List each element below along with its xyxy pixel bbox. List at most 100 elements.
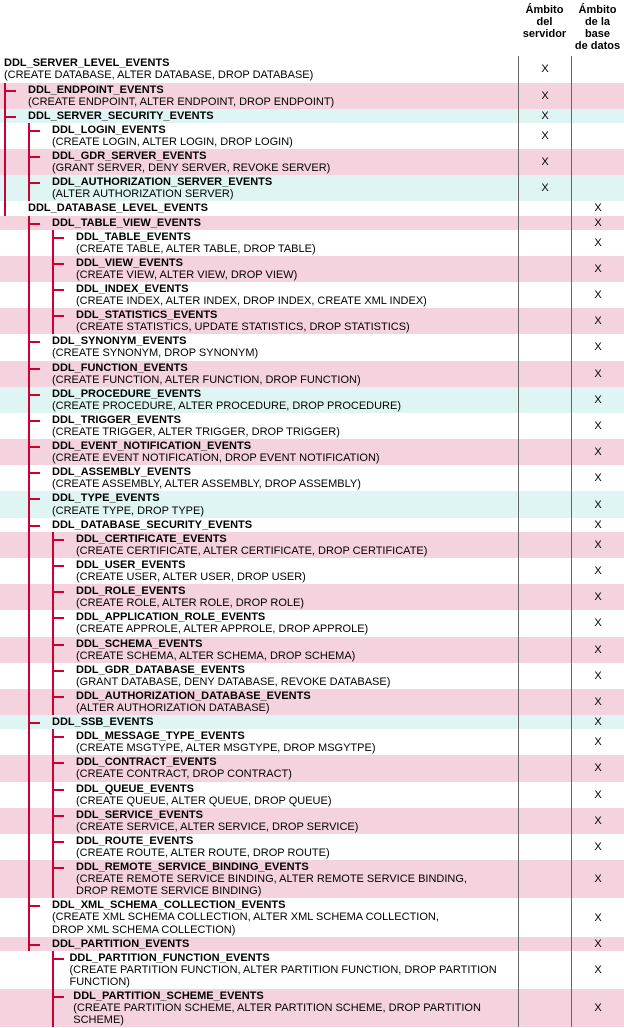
tree-row: DDL_TYPE_EVENTS(CREATE TYPE, DROP TYPE)X	[0, 491, 624, 517]
tree-row: DDL_SYNONYM_EVENTS(CREATE SYNONYM, DROP …	[0, 334, 624, 360]
db-scope-cell: X	[571, 755, 624, 781]
db-scope-cell	[571, 83, 624, 109]
tree-connector-vertical	[28, 860, 30, 898]
event-group-title: DDL_GDR_SERVER_EVENTS	[52, 150, 330, 162]
server-scope-cell	[518, 782, 571, 808]
event-group-title: DDL_MESSAGE_TYPE_EVENTS	[76, 730, 376, 742]
db-scope-cell: X	[571, 715, 624, 729]
tree-connector-vertical	[28, 755, 30, 781]
tree-connector-corner	[52, 611, 64, 637]
tree-connector-vertical	[28, 584, 30, 610]
event-group-title: DDL_SERVER_SECURITY_EVENTS	[28, 110, 214, 122]
event-group-title: DDL_PROCEDURE_EVENTS	[52, 388, 401, 400]
tree-cell: DDL_SERVER_SECURITY_EVENTS	[0, 109, 518, 123]
event-group-title: DDL_SCHEMA_EVENTS	[76, 638, 355, 650]
db-scope-cell: X	[571, 663, 624, 689]
server-scope-cell	[518, 361, 571, 387]
tree-row: DDL_SERVER_LEVEL_EVENTS(CREATE DATABASE,…	[0, 56, 624, 82]
event-group-title: DDL_DATABASE_LEVEL_EVENTS	[28, 202, 208, 214]
server-scope-cell	[518, 584, 571, 610]
tree-connector-corner	[52, 585, 64, 611]
tree-connector-corner	[4, 110, 16, 124]
event-group-title: DDL_EVENT_NOTIFICATION_EVENTS	[52, 440, 380, 452]
tree-row: DDL_REMOTE_SERVICE_BINDING_EVENTS(CREATE…	[0, 860, 624, 898]
tree-cell: DDL_SERVICE_EVENTS(CREATE SERVICE, ALTER…	[0, 808, 518, 834]
event-group-detail: (CREATE SYNONYM, DROP SYNONYM)	[52, 347, 258, 359]
server-scope-cell	[518, 989, 571, 1027]
event-group-title: DDL_AUTHORIZATION_SERVER_EVENTS	[52, 176, 272, 188]
server-scope-cell	[518, 610, 571, 636]
event-group-detail: (CREATE QUEUE, ALTER QUEUE, DROP QUEUE)	[76, 795, 332, 807]
event-group-detail: (CREATE CERTIFICATE, ALTER CERTIFICATE, …	[76, 545, 427, 557]
event-group-detail: (CREATE LOGIN, ALTER LOGIN, DROP LOGIN)	[52, 136, 293, 148]
tree-connector-vertical	[4, 149, 6, 175]
server-scope-cell	[518, 230, 571, 256]
server-scope-cell	[518, 689, 571, 715]
tree-row: DDL_QUEUE_EVENTS(CREATE QUEUE, ALTER QUE…	[0, 782, 624, 808]
db-scope-cell: X	[571, 610, 624, 636]
tree-cell: DDL_TABLE_VIEW_EVENTS	[0, 216, 518, 230]
db-scope-cell: X	[571, 689, 624, 715]
server-scope-cell	[518, 663, 571, 689]
tree-row: DDL_PARTITION_FUNCTION_EVENTS(CREATE PAR…	[0, 951, 624, 989]
tree-row: DDL_CERTIFICATE_EVENTS(CREATE CERTIFICAT…	[0, 532, 624, 558]
tree-connector-corner	[52, 638, 64, 664]
db-scope-cell: X	[571, 413, 624, 439]
tree-cell: DDL_XML_SCHEMA_COLLECTION_EVENTS(CREATE …	[0, 898, 518, 936]
tree-row: DDL_SCHEMA_EVENTS(CREATE SCHEMA, ALTER S…	[0, 637, 624, 663]
server-scope-cell: X	[518, 175, 571, 201]
db-scope-cell: X	[571, 230, 624, 256]
tree-connector-corner	[28, 362, 40, 388]
tree-connector-corner	[52, 231, 64, 257]
db-scope-cell: X	[571, 937, 624, 951]
event-group-title: DDL_SERVER_LEVEL_EVENTS	[4, 57, 313, 69]
tree-row: DDL_STATISTICS_EVENTS(CREATE STATISTICS,…	[0, 308, 624, 334]
event-group-detail: (CREATE TYPE, DROP TYPE)	[52, 505, 204, 517]
event-group-detail: (CREATE APPROLE, ALTER APPROLE, DROP APP…	[76, 623, 368, 635]
event-group-detail: (CREATE SERVICE, ALTER SERVICE, DROP SER…	[76, 821, 358, 833]
tree-connector-vertical	[28, 532, 30, 558]
tree-connector-corner	[52, 730, 64, 756]
tree-connector-corner	[52, 756, 64, 782]
event-group-title: DDL_ENDPOINT_EVENTS	[28, 84, 334, 96]
server-scope-cell: X	[518, 123, 571, 149]
server-scope-cell	[518, 834, 571, 860]
event-group-detail: (CREATE ENDPOINT, ALTER ENDPOINT, DROP E…	[28, 96, 334, 108]
tree-connector-corner	[52, 257, 64, 283]
event-group-detail: (CREATE USER, ALTER USER, DROP USER)	[76, 571, 306, 583]
event-group-detail: (CREATE SCHEMA, ALTER SCHEMA, DROP SCHEM…	[76, 650, 355, 662]
tree-cell: DDL_PARTITION_FUNCTION_EVENTS(CREATE PAR…	[0, 951, 518, 989]
event-group-title: DDL_TRIGGER_EVENTS	[52, 414, 340, 426]
tree-cell: DDL_STATISTICS_EVENTS(CREATE STATISTICS,…	[0, 308, 518, 334]
tree-connector-vertical	[28, 689, 30, 715]
tree-cell: DDL_PARTITION_SCHEME_EVENTS(CREATE PARTI…	[0, 989, 518, 1027]
tree-row: DDL_ROLE_EVENTS(CREATE ROLE, ALTER ROLE,…	[0, 584, 624, 610]
tree-cell: DDL_FUNCTION_EVENTS(CREATE FUNCTION, ALT…	[0, 361, 518, 387]
tree-row: DDL_TABLE_VIEW_EVENTSX	[0, 216, 624, 230]
tree-cell: DDL_ROLE_EVENTS(CREATE ROLE, ALTER ROLE,…	[0, 584, 518, 610]
db-scope-cell: X	[571, 729, 624, 755]
tree-connector-corner	[52, 835, 64, 861]
event-group-title: DDL_PARTITION_FUNCTION_EVENTS	[69, 952, 518, 964]
event-group-detail: (CREATE STATISTICS, UPDATE STATISTICS, D…	[76, 321, 410, 333]
tree-row: DDL_USER_EVENTS(CREATE USER, ALTER USER,…	[0, 558, 624, 584]
server-scope-cell	[518, 201, 571, 215]
server-scope-cell: X	[518, 56, 571, 82]
server-scope-cell	[518, 491, 571, 517]
event-group-title: DDL_SERVICE_EVENTS	[76, 809, 358, 821]
db-scope-cell: X	[571, 558, 624, 584]
tree-row: DDL_PROCEDURE_EVENTS(CREATE PROCEDURE, A…	[0, 387, 624, 413]
db-scope-cell: X	[571, 808, 624, 834]
tree-row: DDL_PARTITION_SCHEME_EVENTS(CREATE PARTI…	[0, 989, 624, 1027]
event-group-detail: (CREATE PROCEDURE, ALTER PROCEDURE, DROP…	[52, 400, 401, 412]
tree-connector-vertical	[4, 175, 6, 201]
tree-connector-corner	[28, 492, 40, 518]
event-group-title: DDL_QUEUE_EVENTS	[76, 783, 332, 795]
server-scope-cell	[518, 216, 571, 230]
tree-connector-vertical	[28, 256, 30, 282]
tree-row: DDL_DATABASE_SECURITY_EVENTSX	[0, 518, 624, 532]
tree-row: DDL_XML_SCHEMA_COLLECTION_EVENTS(CREATE …	[0, 898, 624, 936]
tree-cell: DDL_ROUTE_EVENTS(CREATE ROUTE, ALTER ROU…	[0, 834, 518, 860]
tree-connector-vertical	[4, 201, 6, 215]
server-scope-cell	[518, 951, 571, 989]
